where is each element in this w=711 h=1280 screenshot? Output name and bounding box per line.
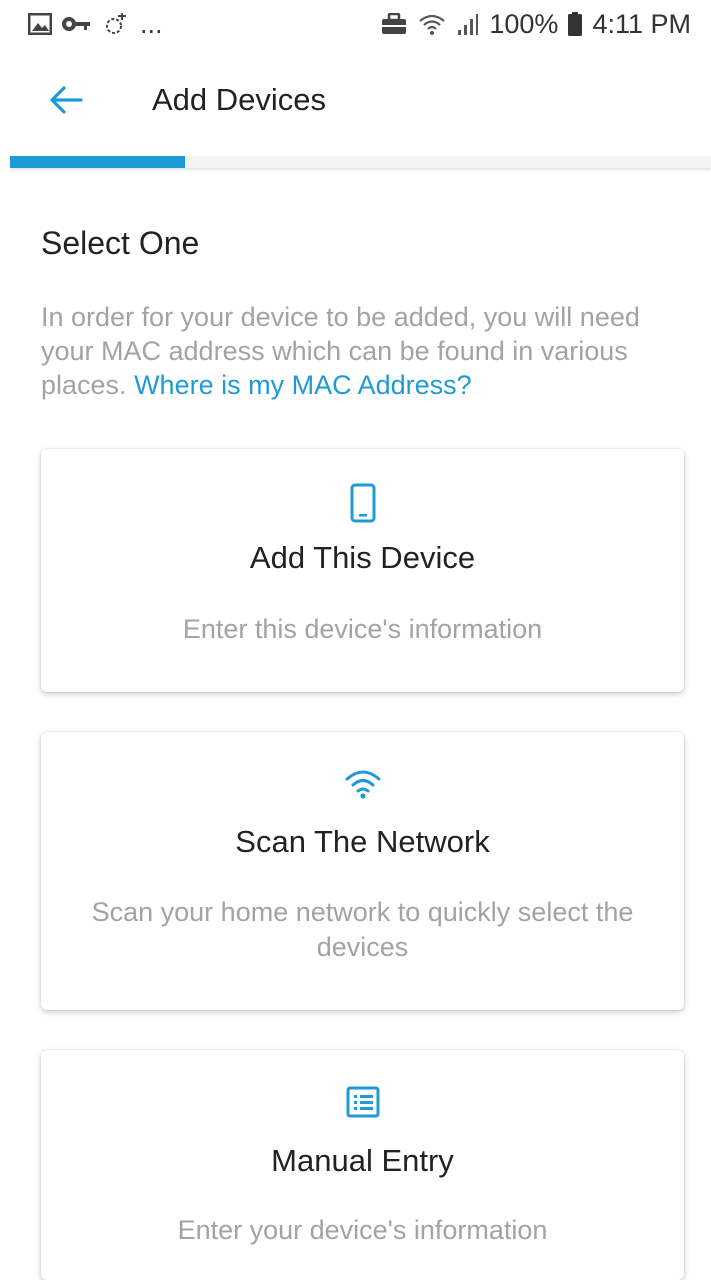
- battery-icon: [568, 12, 583, 36]
- status-more: ...: [140, 8, 163, 39]
- page-title: Add Devices: [152, 82, 327, 117]
- key-icon: [62, 14, 92, 34]
- card-description: Scan your home network to quickly select…: [91, 897, 634, 962]
- mac-address-help-link[interactable]: Where is my MAC Address?: [134, 370, 472, 400]
- status-time: 4:11 PM: [592, 8, 691, 39]
- status-right: 100% 4:11 PM: [381, 9, 691, 40]
- app-bar: Add Devices: [0, 48, 711, 156]
- card-title: Add This Device: [249, 540, 476, 575]
- back-button[interactable]: [44, 80, 88, 124]
- back-arrow-icon: [49, 85, 83, 120]
- wifi-signal-icon: [417, 12, 447, 36]
- card-title: Scan The Network: [235, 824, 490, 859]
- card-title: Manual Entry: [271, 1143, 454, 1178]
- section-title: Select One: [41, 225, 200, 261]
- status-left: ...: [28, 9, 163, 40]
- phone-icon: [41, 483, 684, 523]
- progress-bar: [10, 156, 711, 168]
- progress-fill: [10, 156, 185, 168]
- status-bar: ... 100% 4:11 PM: [0, 0, 711, 48]
- sync-icon: [102, 12, 130, 36]
- briefcase-icon: [381, 13, 407, 35]
- manual-entry-card[interactable]: Manual Entry Enter your device's informa…: [41, 1050, 684, 1280]
- scan-network-card[interactable]: Scan The Network Scan your home network …: [41, 732, 684, 1010]
- list-icon: [41, 1086, 684, 1118]
- card-description: Enter your device's information: [177, 1215, 548, 1245]
- card-description: Enter this device's information: [182, 614, 543, 644]
- battery-percent: 100%: [489, 8, 559, 39]
- add-this-device-card[interactable]: Add This Device Enter this device's info…: [41, 449, 684, 692]
- cell-signal-icon: [457, 12, 479, 36]
- wifi-icon: [41, 768, 684, 800]
- intro-text-block: In order for your device to be added, yo…: [41, 300, 681, 402]
- gallery-icon: [28, 13, 52, 35]
